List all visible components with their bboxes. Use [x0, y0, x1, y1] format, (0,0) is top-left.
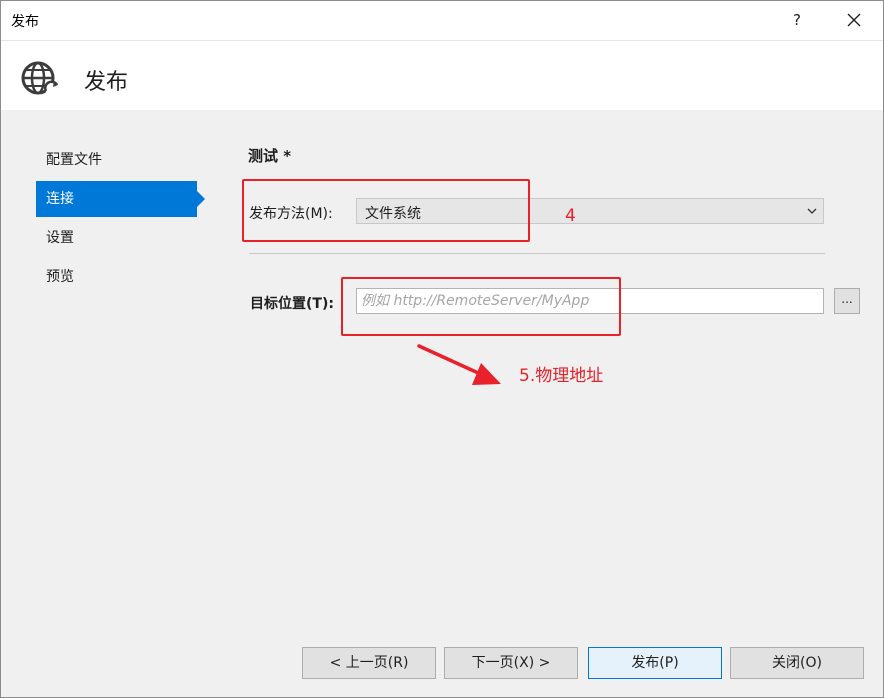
header-title: 发布 — [84, 70, 129, 95]
dialog-header: 发布 — [1, 40, 883, 110]
next-button[interactable]: 下一页(X) > — [444, 647, 578, 679]
close-button[interactable] — [839, 6, 869, 34]
section-divider — [249, 253, 825, 254]
profile-section-title: 测试 * — [248, 147, 292, 165]
sidebar-item-preview[interactable]: 预览 — [36, 259, 197, 295]
help-button[interactable]: ? — [784, 7, 810, 33]
chevron-down-icon — [807, 208, 817, 214]
window-title: 发布 — [11, 14, 39, 30]
sidebar-item-settings[interactable]: 设置 — [36, 220, 197, 256]
close-icon — [847, 13, 861, 27]
globe-publish-icon — [21, 61, 59, 95]
annotation-box-target — [341, 277, 621, 336]
sidebar-item-profile[interactable]: 配置文件 — [36, 142, 197, 178]
prev-button[interactable]: < 上一页(R) — [302, 647, 436, 679]
sidebar-item-connection[interactable]: 连接 — [36, 181, 197, 217]
annotation-box-method — [242, 179, 530, 242]
target-location-label: 目标位置(T): — [250, 296, 334, 312]
close-dialog-button[interactable]: 关闭(O) — [730, 647, 864, 679]
publish-button[interactable]: 发布(P) — [588, 647, 722, 679]
active-item-pointer — [197, 191, 205, 207]
browse-button[interactable]: ... — [834, 288, 860, 314]
publish-dialog: 发布 ? 发布 配置文件 连接 设置 预览 测试 * 发布方法(M): 文件系统 — [0, 0, 884, 698]
annotation-arrow-icon — [417, 344, 501, 385]
annotation-step5: 5.物理地址 — [519, 366, 604, 386]
annotation-step4: 4 — [565, 206, 576, 226]
title-bar: 发布 ? — [1, 1, 883, 40]
